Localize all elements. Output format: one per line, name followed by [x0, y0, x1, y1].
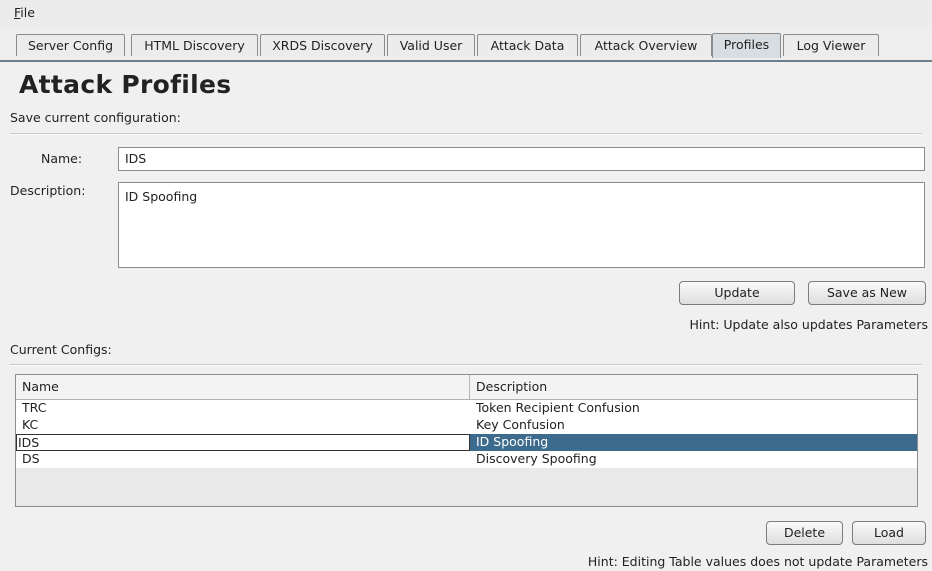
load-button[interactable]: Load — [852, 521, 926, 545]
table-cell-description[interactable]: ID Spoofing — [470, 434, 917, 451]
delete-button[interactable]: Delete — [766, 521, 843, 545]
current-configs-heading: Current Configs: — [10, 342, 112, 357]
save-heading: Save current configuration: — [10, 110, 181, 125]
configs-table: Name Description TRC Token Recipient Con… — [15, 374, 918, 507]
tab-html-discovery[interactable]: HTML Discovery — [131, 34, 258, 56]
save-as-new-button[interactable]: Save as New — [808, 281, 926, 305]
tab-attack-overview[interactable]: Attack Overview — [580, 34, 712, 56]
divider — [10, 133, 922, 135]
table-cell-name-editing[interactable]: IDS — [16, 434, 470, 451]
divider — [10, 364, 922, 366]
table-cell-name[interactable]: TRC — [16, 400, 470, 417]
table-row[interactable]: KC Key Confusion — [16, 417, 917, 434]
table-row-selected[interactable]: IDS ID Spoofing — [16, 434, 917, 451]
update-button[interactable]: Update — [679, 281, 795, 305]
update-hint: Hint: Update also updates Parameters — [689, 317, 928, 332]
table-cell-description[interactable]: Discovery Spoofing — [470, 451, 917, 468]
tab-log-viewer[interactable]: Log Viewer — [783, 34, 879, 56]
description-label: Description: — [10, 183, 86, 198]
table-cell-description[interactable]: Token Recipient Confusion — [470, 400, 917, 417]
tab-attack-data[interactable]: Attack Data — [477, 34, 578, 56]
description-field[interactable]: ID Spoofing — [118, 182, 925, 268]
name-field[interactable]: IDS — [118, 147, 925, 171]
tab-bar: Server Config HTML Discovery XRDS Discov… — [0, 28, 932, 62]
tab-xrds-discovery[interactable]: XRDS Discovery — [260, 34, 385, 56]
menu-file[interactable]: File — [14, 5, 35, 20]
menu-bar: File — [0, 0, 932, 26]
table-header: Name Description — [16, 375, 917, 400]
table-cell-name[interactable]: DS — [16, 451, 470, 468]
menu-file-label: ile — [20, 5, 35, 20]
table-cell-name[interactable]: KC — [16, 417, 470, 434]
tab-profiles[interactable]: Profiles — [712, 33, 781, 58]
tab-server-config[interactable]: Server Config — [16, 34, 125, 56]
table-row[interactable]: DS Discovery Spoofing — [16, 451, 917, 468]
table-hint: Hint: Editing Table values does not upda… — [587, 554, 928, 569]
tab-valid-user[interactable]: Valid User — [387, 34, 475, 56]
column-header-description[interactable]: Description — [470, 375, 917, 399]
page-title: Attack Profiles — [19, 70, 232, 99]
profiles-panel: Attack Profiles Save current configurati… — [0, 62, 932, 571]
table-row[interactable]: TRC Token Recipient Confusion — [16, 400, 917, 417]
table-body: TRC Token Recipient Confusion KC Key Con… — [16, 400, 917, 468]
table-cell-description[interactable]: Key Confusion — [470, 417, 917, 434]
column-header-name[interactable]: Name — [16, 375, 470, 399]
name-label: Name: — [41, 151, 83, 166]
